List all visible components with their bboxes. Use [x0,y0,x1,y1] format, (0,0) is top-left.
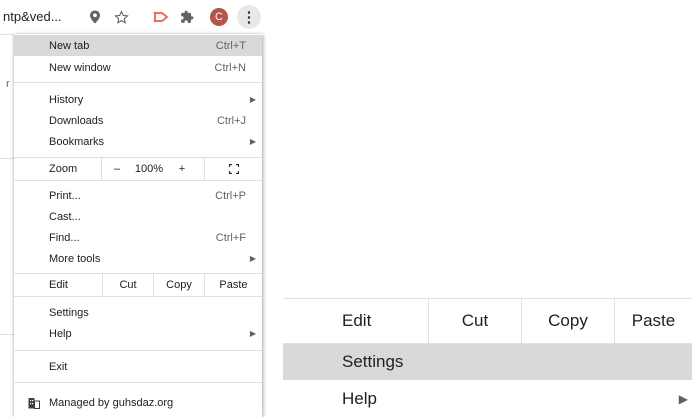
avatar[interactable]: C [210,8,228,26]
menu-row-edit: Edit Cut Copy Paste [14,274,262,296]
menu-item-managed[interactable]: Managed by guhsdaz.org [14,392,262,413]
menu-item-settings[interactable]: Settings [14,302,262,323]
zoomed-help-item[interactable]: Help ▶ [283,380,692,417]
shortcut-text: Ctrl+P [215,189,246,202]
menu-item-label: Print... [49,189,81,202]
menu-item-label: Cast... [49,210,81,223]
paste-button[interactable]: Paste [205,274,262,296]
menu-separator [14,82,262,83]
zoomed-cut-button[interactable]: Cut [429,299,521,343]
submenu-arrow-icon: ▶ [249,329,256,338]
fullscreen-icon[interactable] [205,158,262,180]
menu-item-cast[interactable]: Cast... [14,206,262,227]
menu-item-help[interactable]: Help ▶ [14,323,262,344]
submenu-arrow-icon: ▶ [678,391,688,406]
menu-item-bookmarks[interactable]: Bookmarks ▶ [14,131,262,152]
menu-item-label: New window [49,61,111,74]
zoom-level: 100% [134,163,164,175]
cut-button[interactable]: Cut [103,274,153,296]
zoomed-paste-button[interactable]: Paste [615,299,692,343]
menu-separator [14,180,262,181]
copy-button[interactable]: Copy [154,274,204,296]
zoom-in-button[interactable]: + [166,158,198,180]
submenu-arrow-icon: ▶ [249,95,256,104]
location-pin-icon[interactable] [84,6,106,28]
page-content-strip: r [0,34,14,417]
kebab-icon[interactable]: ⋮ [237,5,261,29]
menu-item-more-tools[interactable]: More tools ▶ [14,248,262,269]
zoomed-copy-button[interactable]: Copy [522,299,614,343]
divider [0,158,14,159]
menu-item-new-tab[interactable]: New tab Ctrl+T [14,35,262,56]
star-icon[interactable] [110,6,132,28]
zoomed-settings-item[interactable]: Settings [283,344,692,380]
edit-label: Edit [49,279,68,291]
submenu-arrow-icon: ▶ [249,137,256,146]
page-text-fragment: r [6,78,10,90]
shortcut-text: Ctrl+N [214,61,246,74]
menu-item-label: History [49,93,84,106]
building-icon [28,397,40,409]
zoomed-edit-row: Edit Cut Copy Paste [283,299,692,343]
menu-item-label: Exit [49,360,68,373]
zoomed-settings-label: Settings [342,352,404,371]
menu-item-label: Find... [49,231,80,244]
zoom-label: Zoom [49,163,78,175]
menu-item-new-window[interactable]: New window Ctrl+N [14,57,262,78]
menu-item-history[interactable]: History ▶ [14,89,262,110]
zoomed-help-label: Help [342,388,377,408]
zoom-out-button[interactable]: – [102,158,132,180]
address-bar-text[interactable]: ntp&ved... [3,9,62,24]
menu-item-print[interactable]: Print... Ctrl+P [14,185,262,206]
menu-item-exit[interactable]: Exit [14,356,262,377]
menu-item-label: Help [49,327,72,340]
browser-toolbar: ntp&ved... C ⋮ [0,0,265,34]
menu-separator [14,296,262,297]
zoomed-menu-detail: Edit Cut Copy Paste Settings Help ▶ [283,298,692,417]
divider [0,334,14,335]
menu-separator [14,350,262,351]
zoomed-edit-label: Edit [342,311,372,330]
submenu-arrow-icon: ▶ [249,254,256,263]
menu-item-find[interactable]: Find... Ctrl+F [14,227,262,248]
menu-item-label: Managed by guhsdaz.org [49,396,174,409]
shortcut-text: Ctrl+F [215,231,246,244]
menu-item-label: Downloads [49,114,104,127]
menu-item-label: More tools [49,252,101,265]
divider [0,34,14,35]
shortcut-text: Ctrl+T [215,39,246,52]
menu-item-downloads[interactable]: Downloads Ctrl+J [14,110,262,131]
menu-item-label: Settings [49,306,89,319]
extension-arrow-icon[interactable] [150,6,172,28]
menu-item-label: New tab [49,39,90,52]
menu-separator [14,382,262,383]
puzzle-icon[interactable] [176,6,198,28]
shortcut-text: Ctrl+J [216,114,246,127]
chrome-main-menu: New tab Ctrl+T New window Ctrl+N History… [14,34,262,417]
menu-item-label: Bookmarks [49,135,105,148]
menu-row-zoom: Zoom – 100% + [14,158,262,180]
